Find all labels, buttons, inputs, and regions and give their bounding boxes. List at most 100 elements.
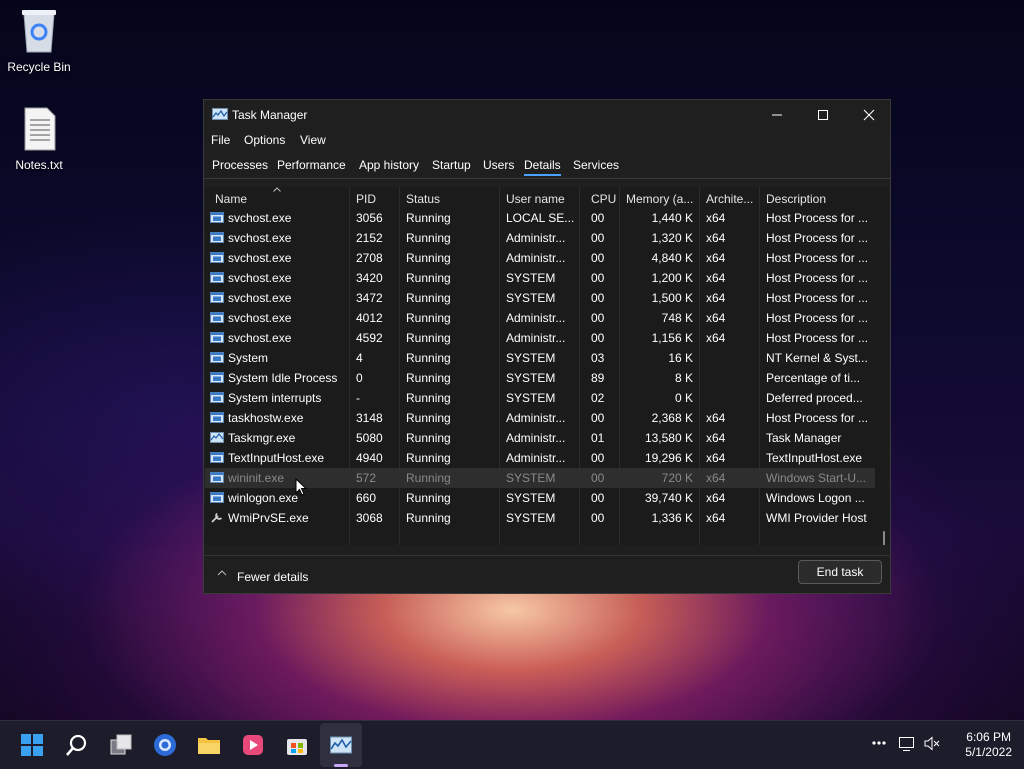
table-row[interactable]: System 4 Running SYSTEM 03 16 K NT Kernel & Sy… [205,348,875,368]
column-header-user-name[interactable]: User name [506,192,565,206]
end-task-button[interactable]: End task [798,560,882,584]
cell-arch: x64 [706,431,726,445]
maximize-button[interactable] [800,100,846,130]
column-header-description[interactable]: Description [766,192,826,206]
process-icon [210,412,224,423]
cell-user: Administr... [506,431,566,445]
start-icon[interactable] [20,733,44,757]
cell-status: Running [406,351,451,365]
vertical-scrollbar[interactable] [883,531,885,545]
file-explorer-icon[interactable] [197,733,221,757]
tab-app-history[interactable]: App history [359,158,419,172]
table-row[interactable]: TextInputHost.exe 4940 Running Administr...… [205,448,875,468]
tab-users[interactable]: Users [483,158,514,172]
cell-pid: 5080 [356,431,383,445]
title-bar[interactable]: Task Manager [204,100,890,130]
column-header-architecture[interactable]: Archite... [706,192,753,206]
process-icon [210,372,224,383]
table-row[interactable]: svchost.exe 4592 Running Administr... 00 1,15… [205,328,875,348]
network-icon[interactable] [898,735,916,753]
volume-muted-icon[interactable] [923,735,941,753]
tab-performance[interactable]: Performance [277,158,346,172]
cell-user: SYSTEM [506,271,556,285]
cell-status: Running [406,291,451,305]
desktop-icon-label: Notes.txt [15,158,63,172]
media-player-icon[interactable] [241,733,265,757]
column-header-status[interactable]: Status [406,192,440,206]
table-row[interactable]: svchost.exe 2708 Running Administr... 00 4,84… [205,248,875,268]
tab-startup[interactable]: Startup [432,158,471,172]
cell-mem: 1,440 K [651,211,693,225]
cell-mem: 748 K [661,311,693,325]
cell-pid: 572 [356,471,377,485]
recycle-bin-icon [19,8,59,54]
menu-options[interactable]: Options [244,133,285,147]
cell-status: Running [406,471,451,485]
cell-pid: 2708 [356,251,383,265]
column-header-cpu[interactable]: CPU [591,192,616,206]
cell-cpu: 01 [591,431,605,445]
process-table: Name PID Status User name CPU Memory (a.… [205,187,889,545]
process-icon [210,272,224,283]
cell-user: SYSTEM [506,371,556,385]
menu-file[interactable]: File [211,133,230,147]
cell-arch: x64 [706,231,726,245]
process-icon [210,472,224,483]
table-row[interactable]: svchost.exe 3056 Running LOCAL SE... 00 1,440… [205,208,875,228]
cell-pid: 3472 [356,291,383,305]
cell-cpu: 00 [591,311,605,325]
column-header-pid[interactable]: PID [356,192,376,206]
cell-arch: x64 [706,271,726,285]
table-row[interactable]: svchost.exe 3472 Running SYSTEM 00 1,500 K x64… [205,288,875,308]
menu-view[interactable]: View [300,133,326,147]
clock[interactable]: 6:06 PM 5/1/2022 [965,730,1012,760]
table-row[interactable]: System Idle Process 0 Running SYSTEM 89 8 K Pe… [205,368,875,388]
close-button[interactable] [846,100,892,130]
cell-name: System Idle Process [228,371,338,385]
overflow-icon[interactable] [871,735,887,751]
task-manager-icon[interactable] [329,733,353,757]
task-view-icon[interactable] [109,733,133,757]
minimize-button[interactable] [754,100,800,130]
table-row[interactable]: System interrupts - Running SYSTEM 02 0 K Defe… [205,388,875,408]
browser-icon[interactable] [153,733,177,757]
fewer-details-link[interactable]: Fewer details [237,570,308,584]
cell-status: Running [406,451,451,465]
cell-arch: x64 [706,311,726,325]
column-header-name[interactable]: Name [215,192,247,206]
cell-name: winlogon.exe [228,491,299,505]
cell-desc: Percentage of ti... [766,371,861,385]
search-icon[interactable] [65,733,89,757]
cell-desc: Windows Logon ... [766,491,865,505]
tab-details[interactable]: Details [524,158,561,176]
tab-processes[interactable]: Processes [212,158,268,172]
desktop-icon-notes[interactable]: Notes.txt [1,106,77,172]
cell-pid: 4 [356,351,363,365]
minimize-icon [772,114,782,116]
cell-desc: WMI Provider Host [766,511,867,525]
cell-cpu: 00 [591,231,605,245]
cell-status: Running [406,371,451,385]
footer: Fewer details End task [204,555,890,594]
tab-bar: Processes Performance App history Startu… [204,152,890,179]
cell-mem: 1,500 K [651,291,693,305]
process-icon [210,332,224,343]
cell-status: Running [406,411,451,425]
process-icon [210,212,224,223]
store-icon[interactable] [285,733,309,757]
cell-status: Running [406,311,451,325]
table-row[interactable]: Taskmgr.exe 5080 Running Administr... 01 13,5… [205,428,875,448]
table-row[interactable]: svchost.exe 4012 Running Administr... 00 748 … [205,308,875,328]
column-header-memory[interactable]: Memory (a... [626,192,693,206]
table-row[interactable]: svchost.exe 3420 Running SYSTEM 00 1,200 K x64… [205,268,875,288]
table-row[interactable]: WmiPrvSE.exe 3068 Running SYSTEM 00 1,336 K x6… [205,508,875,528]
table-row[interactable]: taskhostw.exe 3148 Running Administr... 00 2,… [205,408,875,428]
cell-desc: Host Process for ... [766,271,869,285]
table-row[interactable]: svchost.exe 2152 Running Administr... 00 1,32… [205,228,875,248]
cell-pid: 4592 [356,331,383,345]
text-file-icon [19,106,59,152]
cell-user: SYSTEM [506,391,556,405]
desktop-icon-recycle-bin[interactable]: Recycle Bin [1,8,77,74]
tab-services[interactable]: Services [573,158,619,172]
cell-user: SYSTEM [506,291,556,305]
